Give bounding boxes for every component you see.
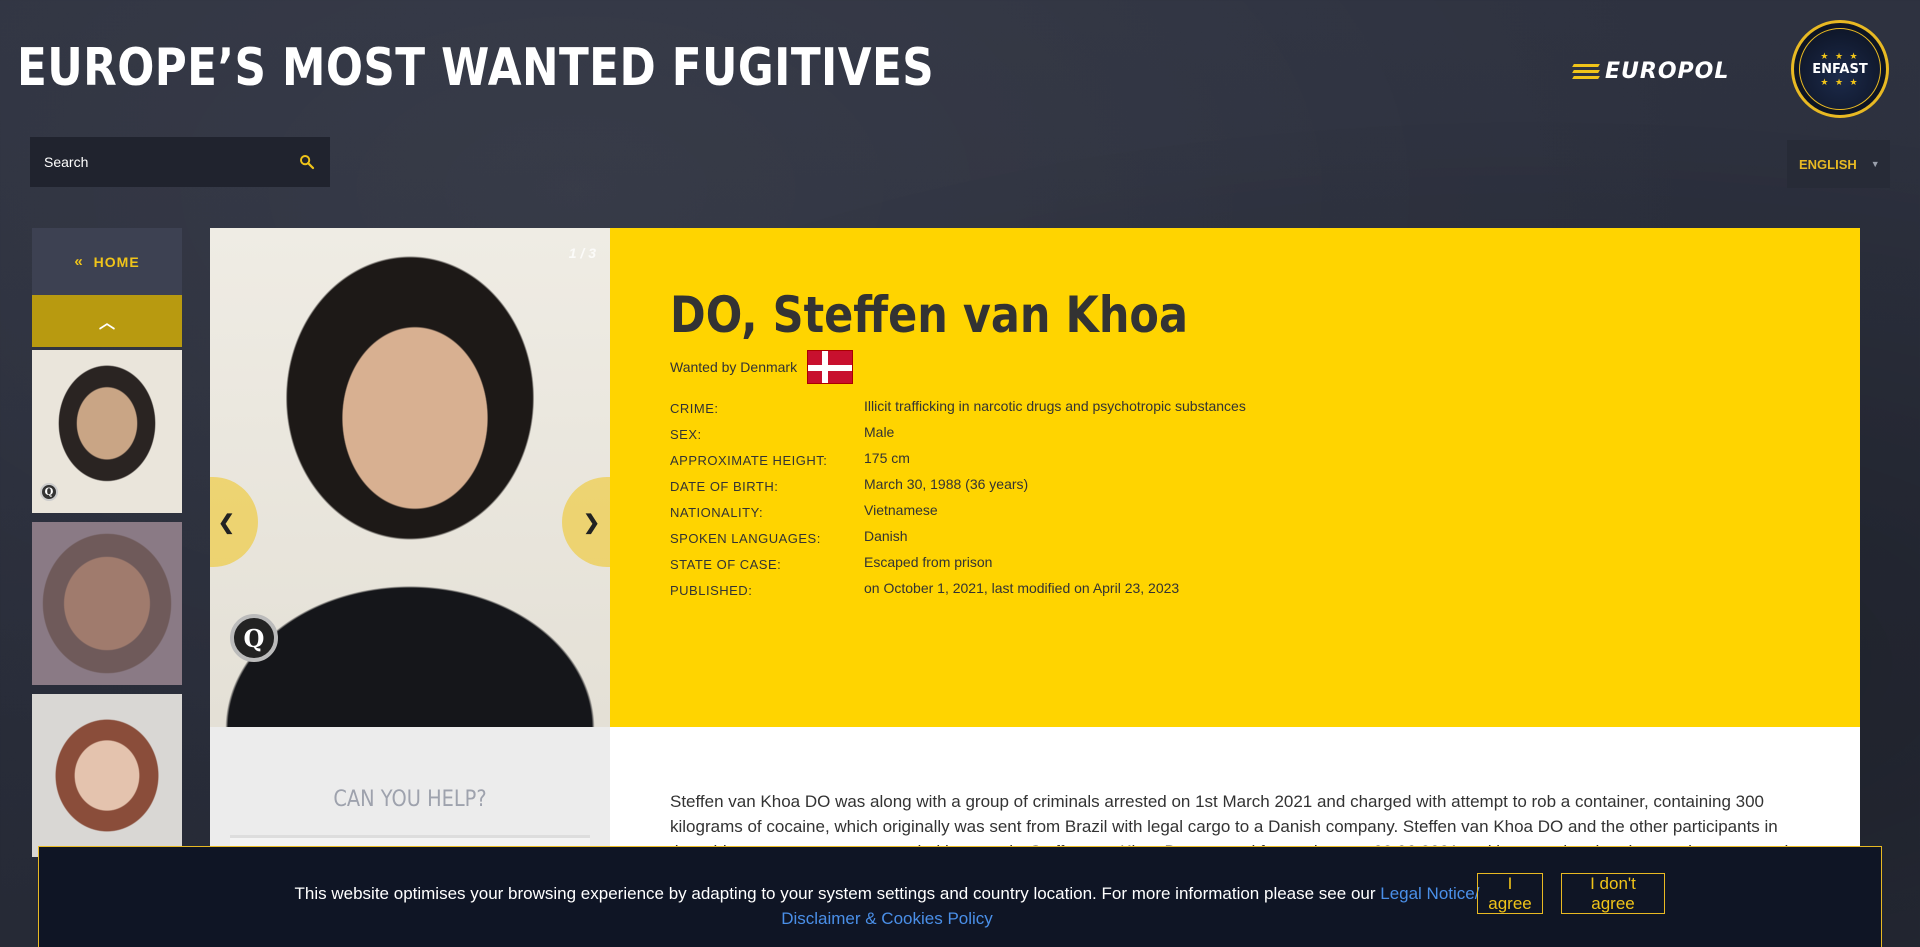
detail-value: Vietnamese <box>864 502 938 518</box>
language-select[interactable]: ENGLISH ▼ <box>1787 140 1890 188</box>
detail-label: STATE OF CASE: <box>670 557 782 572</box>
double-chevron-left-icon: « <box>74 253 84 270</box>
language-selected: ENGLISH <box>1799 156 1857 172</box>
detail-value: Male <box>864 424 895 440</box>
fugitive-thumbnail[interactable]: Q <box>32 350 182 513</box>
detail-label: SEX: <box>670 427 702 442</box>
wanted-by-text: Wanted by Denmark <box>670 359 798 375</box>
zoom-q-icon[interactable]: Q <box>230 614 278 662</box>
home-button-label: HOME <box>93 253 140 270</box>
detail-value: Illicit trafficking in narcotic drugs an… <box>864 398 1246 414</box>
site-title: EUROPE’S MOST WANTED FUGITIVES <box>17 38 935 98</box>
fugitive-thumbnail[interactable] <box>32 522 182 685</box>
scroll-up-button[interactable]: ︿ <box>32 295 182 347</box>
cookie-banner: This website optimises your browsing exp… <box>38 846 1882 947</box>
detail-row: APPROXIMATE HEIGHT: 175 cm <box>670 450 1860 476</box>
detail-row: CRIME: Illicit trafficking in narcotic d… <box>670 398 1860 424</box>
sidebar: « HOME ︿ Q <box>32 228 182 857</box>
stars-icon: ★ ★ ★ <box>1820 76 1860 87</box>
wanted-by-row: Wanted by Denmark <box>670 350 1860 384</box>
detail-row: PUBLISHED: on October 1, 2021, last modi… <box>670 580 1860 606</box>
chevron-left-icon: ❮ <box>218 511 235 534</box>
fugitive-thumbnail[interactable] <box>32 694 182 857</box>
detail-row: SEX: Male <box>670 424 1860 450</box>
fugitive-name: DO, Steffen van Khoa <box>670 286 1189 344</box>
detail-value: on October 1, 2021, last modified on Apr… <box>864 580 1180 596</box>
cookie-message: This website optimises your browsing exp… <box>257 881 1517 931</box>
can-you-help-title: CAN YOU HELP? <box>333 787 487 812</box>
enfast-logo-text: ENFAST <box>1812 61 1868 77</box>
europol-mark-icon <box>1572 62 1600 80</box>
detail-row: SPOKEN LANGUAGES: Danish <box>670 528 1860 554</box>
detail-label: DATE OF BIRTH: <box>670 479 779 494</box>
photo-counter: 1 / 3 <box>568 245 596 261</box>
details-list: CRIME: Illicit trafficking in narcotic d… <box>670 398 1860 606</box>
detail-label: APPROXIMATE HEIGHT: <box>670 453 828 468</box>
detail-label: CRIME: <box>670 401 719 416</box>
search-bar <box>30 137 330 187</box>
photo-gallery: 1 / 3 ❮ ❯ Q <box>210 228 610 727</box>
enfast-logo[interactable]: ★ ★ ★ ENFAST ★ ★ ★ <box>1791 20 1889 118</box>
search-input[interactable] <box>44 154 298 170</box>
detail-label: PUBLISHED: <box>670 583 753 598</box>
denmark-flag-icon <box>807 350 854 384</box>
fugitive-info-panel: DO, Steffen van Khoa Wanted by Denmark C… <box>610 228 1860 727</box>
detail-label: NATIONALITY: <box>670 505 764 520</box>
detail-value: Danish <box>864 528 908 544</box>
zoom-q-icon: Q <box>40 483 58 501</box>
cookie-text: This website optimises your browsing exp… <box>294 884 1381 903</box>
detail-row: NATIONALITY: Vietnamese <box>670 502 1860 528</box>
home-button[interactable]: « HOME <box>32 228 182 295</box>
caret-down-icon: ▼ <box>1870 159 1880 169</box>
detail-row: STATE OF CASE: Escaped from prison <box>670 554 1860 580</box>
search-icon[interactable] <box>298 153 316 171</box>
chevron-right-icon: ❯ <box>583 511 600 534</box>
detail-value: 175 cm <box>864 450 910 466</box>
detail-row: DATE OF BIRTH: March 30, 1988 (36 years) <box>670 476 1860 502</box>
detail-value: March 30, 1988 (36 years) <box>864 476 1029 492</box>
chevron-up-icon: ︿ <box>98 315 115 332</box>
agree-button[interactable]: I agree <box>1477 873 1543 914</box>
stars-icon: ★ ★ ★ <box>1820 50 1860 61</box>
europol-logo[interactable]: EUROPOL <box>1572 58 1730 84</box>
detail-value: Escaped from prison <box>864 554 993 570</box>
europol-logo-text: EUROPOL <box>1605 58 1730 84</box>
detail-label: SPOKEN LANGUAGES: <box>670 531 821 546</box>
disagree-button[interactable]: I don't agree <box>1561 873 1665 914</box>
